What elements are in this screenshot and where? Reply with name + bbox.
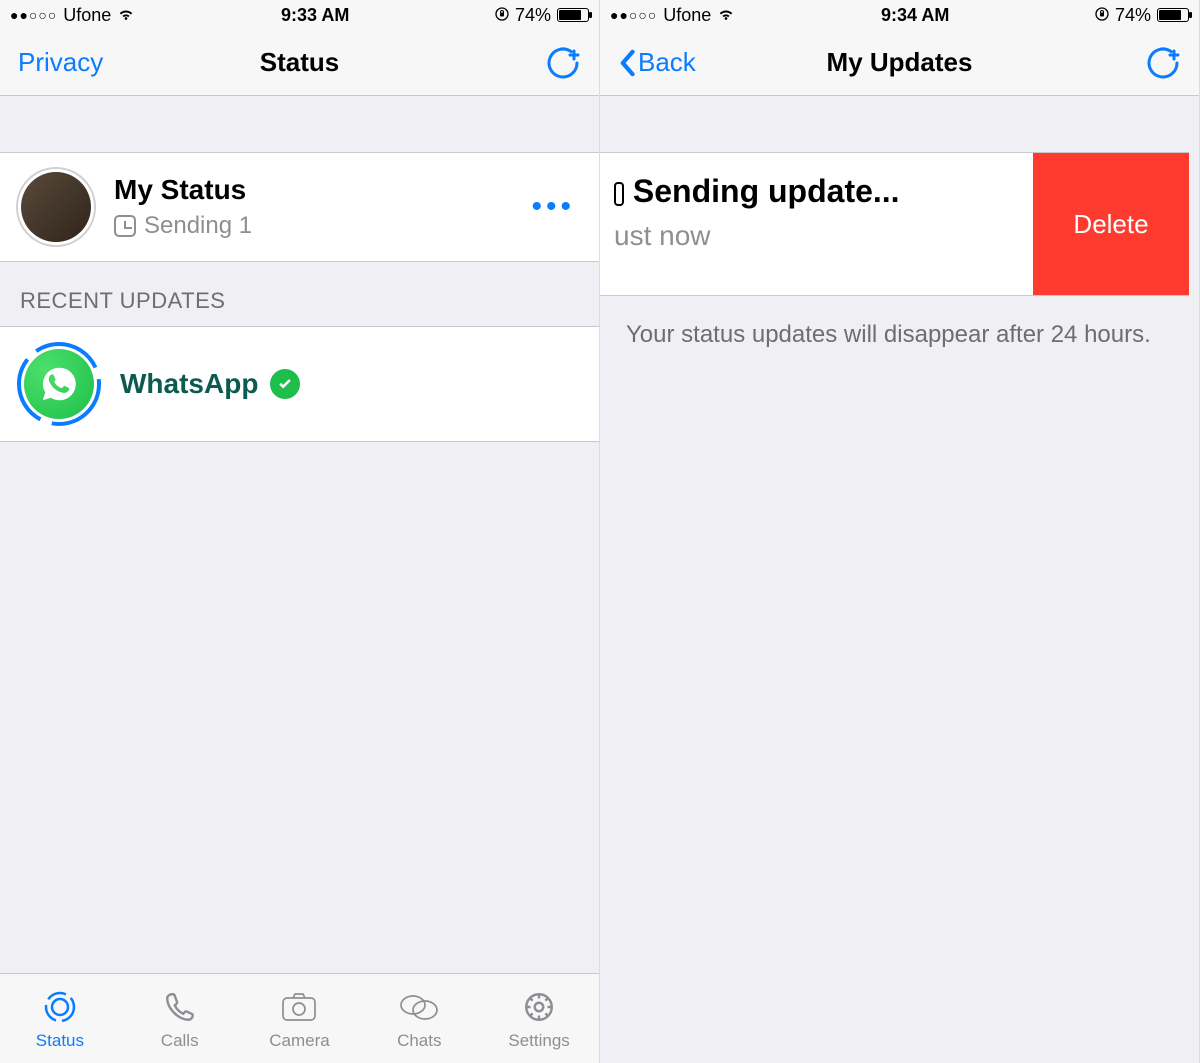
carrier-label: Ufone [663, 5, 711, 26]
delete-button[interactable]: Delete [1033, 153, 1189, 295]
update-title-text: Sending update... [633, 173, 900, 209]
chats-tab-icon [399, 987, 439, 1027]
signal-icon: ●●○○○ [610, 7, 657, 23]
tab-calls[interactable]: Calls [120, 974, 240, 1063]
tab-camera[interactable]: Camera [240, 974, 360, 1063]
tab-label: Camera [269, 1031, 329, 1051]
my-status-title: My Status [114, 174, 513, 206]
clock-icon [114, 215, 136, 237]
tab-bar: Status Calls Camera Chats Settings [0, 973, 599, 1063]
back-button[interactable]: Back [618, 47, 696, 78]
spacer [0, 96, 599, 152]
content: Sending update... ust now Delete Your st… [600, 96, 1199, 1063]
status-bar-left: ●●○○○ Ufone [610, 5, 735, 26]
section-recent-updates: RECENT UPDATES [0, 262, 599, 326]
tab-label: Calls [161, 1031, 199, 1051]
status-update-row[interactable]: Sending update... ust now Delete [600, 152, 1189, 296]
tab-chats[interactable]: Chats [359, 974, 479, 1063]
status-bar-right: 74% [495, 5, 589, 26]
status-bar-time: 9:34 AM [881, 5, 949, 26]
back-label: Back [638, 47, 696, 78]
status-update-content: Sending update... ust now [600, 153, 1033, 295]
whatsapp-name: WhatsApp [120, 368, 258, 400]
battery-percent: 74% [1115, 5, 1151, 26]
signal-icon: ●●○○○ [10, 7, 57, 23]
status-bar-right: 74% [1095, 5, 1189, 26]
battery-percent: 74% [515, 5, 551, 26]
whatsapp-status-cell[interactable]: WhatsApp [0, 326, 599, 442]
whatsapp-avatar-ring [16, 341, 102, 427]
lock-icon [1095, 5, 1109, 26]
camera-tab-icon [279, 987, 319, 1027]
compose-status-icon[interactable] [545, 45, 581, 81]
whatsapp-name-row: WhatsApp [120, 368, 300, 400]
my-status-cell[interactable]: My Status Sending 1 ••• [0, 152, 599, 262]
status-bar-left: ●●○○○ Ufone [10, 5, 135, 26]
nav-bar: Privacy Status [0, 30, 599, 96]
settings-tab-icon [519, 987, 559, 1027]
tab-label: Chats [397, 1031, 441, 1051]
carrier-label: Ufone [63, 5, 111, 26]
delete-label: Delete [1073, 209, 1148, 240]
spacer [600, 96, 1199, 152]
wifi-icon [117, 5, 135, 26]
screen-my-updates: ●●○○○ Ufone 9:34 AM 74% Back My Updates [600, 0, 1200, 1063]
privacy-button[interactable]: Privacy [18, 47, 103, 78]
content: My Status Sending 1 ••• RECENT UPDATES W… [0, 96, 599, 973]
tab-status[interactable]: Status [0, 974, 120, 1063]
status-bar: ●●○○○ Ufone 9:34 AM 74% [600, 0, 1199, 30]
tab-settings[interactable]: Settings [479, 974, 599, 1063]
screen-status: ●●○○○ Ufone 9:33 AM 74% Privacy Status [0, 0, 600, 1063]
update-title: Sending update... [614, 173, 1017, 210]
nav-bar: Back My Updates [600, 30, 1199, 96]
lock-icon [495, 5, 509, 26]
status-bar-time: 9:33 AM [281, 5, 349, 26]
footer-note: Your status updates will disappear after… [600, 296, 1199, 375]
status-tab-icon [40, 987, 80, 1027]
wifi-icon [717, 5, 735, 26]
battery-icon [1157, 8, 1189, 22]
calls-tab-icon [160, 987, 200, 1027]
verified-icon [270, 369, 300, 399]
chevron-left-icon [618, 49, 636, 77]
my-status-text: My Status Sending 1 [114, 174, 513, 240]
page-title: My Updates [827, 47, 973, 78]
battery-icon [557, 8, 589, 22]
my-status-subtext: Sending 1 [144, 212, 252, 240]
tab-label: Settings [508, 1031, 569, 1051]
my-status-subtitle: Sending 1 [114, 212, 513, 240]
my-status-avatar [16, 167, 96, 247]
update-subtitle: ust now [614, 220, 1017, 252]
more-icon[interactable]: ••• [531, 190, 583, 224]
page-title: Status [260, 47, 339, 78]
compose-status-icon[interactable] [1145, 45, 1181, 81]
tab-label: Status [36, 1031, 84, 1051]
status-bar: ●●○○○ Ufone 9:33 AM 74% [0, 0, 599, 30]
